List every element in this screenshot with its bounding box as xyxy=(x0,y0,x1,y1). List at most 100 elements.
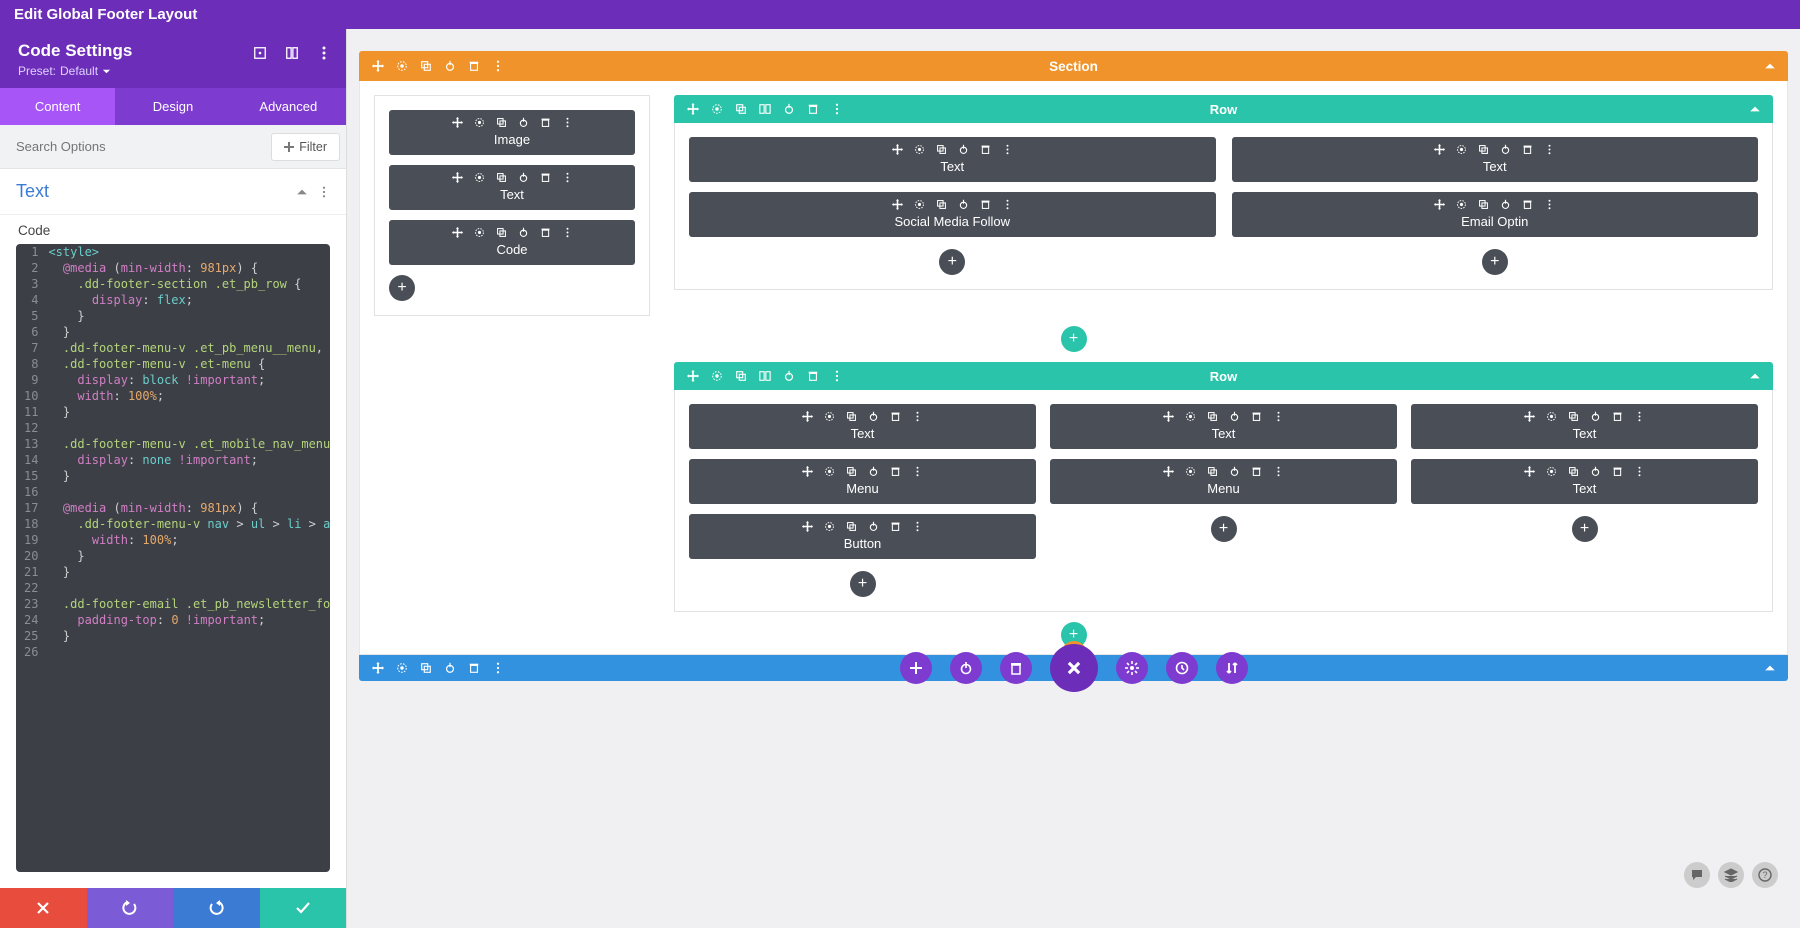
tab-advanced[interactable]: Advanced xyxy=(231,88,346,125)
chevron-up-icon[interactable] xyxy=(1749,370,1761,382)
more-icon[interactable] xyxy=(912,520,924,532)
gear-icon[interactable] xyxy=(1185,410,1197,422)
more-icon[interactable] xyxy=(561,171,573,183)
power-icon[interactable] xyxy=(517,116,529,128)
trash-icon[interactable] xyxy=(1612,465,1624,477)
power-icon[interactable] xyxy=(957,143,969,155)
gear-icon[interactable] xyxy=(473,226,485,238)
power-icon[interactable] xyxy=(1229,465,1241,477)
trash-icon[interactable] xyxy=(467,661,481,675)
add-module-button[interactable]: + xyxy=(1572,516,1598,542)
more-icon[interactable] xyxy=(561,116,573,128)
chevron-up-icon[interactable] xyxy=(1764,60,1776,72)
more-icon[interactable] xyxy=(1001,143,1013,155)
power-icon[interactable] xyxy=(443,661,457,675)
power-icon[interactable] xyxy=(517,171,529,183)
power-icon[interactable] xyxy=(957,198,969,210)
gear-icon[interactable] xyxy=(710,369,724,383)
gear-icon[interactable] xyxy=(1456,198,1468,210)
duplicate-icon[interactable] xyxy=(935,198,947,210)
tab-design[interactable]: Design xyxy=(115,88,230,125)
trash-icon[interactable] xyxy=(539,226,551,238)
module-block[interactable]: Text xyxy=(1050,404,1397,449)
trash-icon[interactable] xyxy=(890,520,902,532)
power-icon[interactable] xyxy=(1229,410,1241,422)
gear-icon[interactable] xyxy=(824,410,836,422)
trash-icon[interactable] xyxy=(1522,143,1534,155)
move-icon[interactable] xyxy=(1434,143,1446,155)
gear-icon[interactable] xyxy=(1546,465,1558,477)
save-button[interactable] xyxy=(260,888,347,928)
gear-icon[interactable] xyxy=(473,116,485,128)
trash-icon[interactable] xyxy=(539,116,551,128)
duplicate-icon[interactable] xyxy=(495,116,507,128)
add-module-button[interactable]: + xyxy=(939,249,965,275)
module-block[interactable]: Menu xyxy=(689,459,1036,504)
duplicate-icon[interactable] xyxy=(846,465,858,477)
search-input[interactable] xyxy=(6,131,271,162)
module-block[interactable]: Text xyxy=(1411,459,1758,504)
expand-icon[interactable] xyxy=(252,45,268,61)
module-block[interactable]: Text xyxy=(1232,137,1759,182)
power-icon[interactable] xyxy=(1590,410,1602,422)
module-block[interactable]: Social Media Follow xyxy=(689,192,1216,237)
move-icon[interactable] xyxy=(371,59,385,73)
close-button[interactable] xyxy=(0,888,87,928)
more-icon[interactable] xyxy=(561,226,573,238)
trash-icon[interactable] xyxy=(1251,465,1263,477)
more-icon[interactable] xyxy=(1544,198,1556,210)
duplicate-icon[interactable] xyxy=(1568,410,1580,422)
section-bar[interactable]: Section xyxy=(359,51,1788,81)
gear-icon[interactable] xyxy=(1546,410,1558,422)
module-block[interactable]: Code xyxy=(389,220,635,265)
trash-icon[interactable] xyxy=(1251,410,1263,422)
chevron-up-icon[interactable] xyxy=(296,186,308,198)
more-icon[interactable] xyxy=(1273,465,1285,477)
move-icon[interactable] xyxy=(1163,410,1175,422)
row-bar[interactable]: Row xyxy=(674,95,1773,123)
power-icon[interactable] xyxy=(443,59,457,73)
module-block[interactable]: Text xyxy=(389,165,635,210)
columns-icon[interactable] xyxy=(758,102,772,116)
tab-content[interactable]: Content xyxy=(0,88,115,125)
power-icon[interactable] xyxy=(517,226,529,238)
trash-icon[interactable] xyxy=(1612,410,1624,422)
chevron-up-icon[interactable] xyxy=(1764,662,1776,674)
trash-icon[interactable] xyxy=(979,198,991,210)
more-icon[interactable] xyxy=(1634,410,1646,422)
trash-button[interactable] xyxy=(1000,652,1032,684)
help-icon[interactable]: ? xyxy=(1752,862,1778,888)
power-icon[interactable] xyxy=(1500,198,1512,210)
duplicate-icon[interactable] xyxy=(935,143,947,155)
duplicate-icon[interactable] xyxy=(846,410,858,422)
duplicate-icon[interactable] xyxy=(734,102,748,116)
move-icon[interactable] xyxy=(802,520,814,532)
power-icon[interactable] xyxy=(868,465,880,477)
add-module-button[interactable]: + xyxy=(1211,516,1237,542)
text-accordion-header[interactable]: Text xyxy=(0,169,346,215)
add-module-button[interactable]: + xyxy=(1482,249,1508,275)
gear-icon[interactable] xyxy=(824,465,836,477)
power-button[interactable] xyxy=(950,652,982,684)
duplicate-icon[interactable] xyxy=(1568,465,1580,477)
gear-icon[interactable] xyxy=(824,520,836,532)
duplicate-icon[interactable] xyxy=(1207,410,1219,422)
trash-icon[interactable] xyxy=(1522,198,1534,210)
trash-icon[interactable] xyxy=(890,465,902,477)
redo-button[interactable] xyxy=(173,888,260,928)
move-icon[interactable] xyxy=(686,102,700,116)
undo-button[interactable] xyxy=(87,888,174,928)
history-button[interactable] xyxy=(1166,652,1198,684)
trash-icon[interactable] xyxy=(467,59,481,73)
gear-icon[interactable] xyxy=(913,143,925,155)
move-icon[interactable] xyxy=(802,465,814,477)
add-row-button[interactable]: + xyxy=(1061,326,1087,352)
trash-icon[interactable] xyxy=(979,143,991,155)
gear-icon[interactable] xyxy=(913,198,925,210)
move-icon[interactable] xyxy=(802,410,814,422)
move-icon[interactable] xyxy=(686,369,700,383)
more-icon[interactable] xyxy=(830,102,844,116)
move-icon[interactable] xyxy=(1434,198,1446,210)
move-icon[interactable] xyxy=(451,226,463,238)
duplicate-icon[interactable] xyxy=(419,59,433,73)
